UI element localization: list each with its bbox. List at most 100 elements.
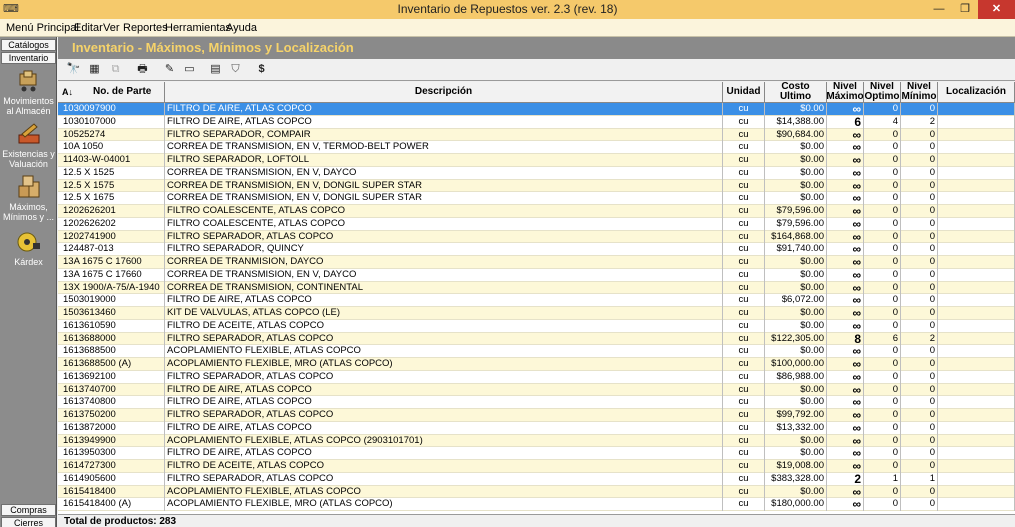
table-row[interactable]: 10525274 FILTRO SEPARADOR, COMPAIR cu $90,6… <box>58 128 1015 142</box>
filter-icon[interactable]: ⛉ <box>228 62 243 77</box>
table-row[interactable]: 1202626202 FILTRO COALESCENTE, ATLAS COPC… <box>58 217 1015 231</box>
cell-max-level: ∞ <box>827 256 864 269</box>
table-row[interactable]: 10A 1050 CORREA DE TRANSMISION, EN V, TER… <box>58 141 1015 154</box>
sidebar-item-label: Kárdex <box>14 257 43 267</box>
sidebar-cierres-button[interactable]: Cierres <box>1 517 56 527</box>
edit-pen-icon[interactable]: ✎ <box>162 62 177 77</box>
cell-location <box>938 166 1015 180</box>
minimize-button[interactable]: — <box>926 0 952 19</box>
column-header-description[interactable]: Descripción <box>165 82 723 103</box>
sort-az-icon[interactable]: A↓ <box>62 87 73 97</box>
table-row[interactable]: 1202741900 FILTRO SEPARADOR, ATLAS COPCO c… <box>58 230 1015 244</box>
table-row[interactable]: 1613949900 ACOPLAMIENTO FLEXIBLE, ATLAS C… <box>58 434 1015 448</box>
cell-optimal-level: 0 <box>864 485 901 499</box>
cell-location <box>938 217 1015 231</box>
table-row[interactable]: 1613692100 FILTRO SEPARADOR, ATLAS COPCO c… <box>58 370 1015 384</box>
table-row[interactable]: 1202626201 FILTRO COALESCENTE, ATLAS COPC… <box>58 205 1015 218</box>
table-row[interactable]: 1030097900 FILTRO DE AIRE, ATLAS COPCO cu $… <box>58 103 1015 116</box>
table-row[interactable]: 1613740800 FILTRO DE AIRE, ATLAS COPCO cu $… <box>58 396 1015 409</box>
table-row[interactable]: 12.5 X 1525 CORREA DE TRANSMISION, EN V, … <box>58 166 1015 180</box>
eraser-icon[interactable]: ▭ <box>182 62 197 77</box>
table-row[interactable]: 124487-013 FILTRO SEPARADOR, QUINCY cu $91,… <box>58 243 1015 256</box>
table-row[interactable]: 13A 1675 C 17600 CORREA DE TRANMISION, DA… <box>58 256 1015 269</box>
table-row[interactable]: 1613740700 FILTRO DE AIRE, ATLAS COPCO cu $… <box>58 383 1015 397</box>
table-row[interactable]: 1503019000 FILTRO DE AIRE, ATLAS COPCO cu $… <box>58 294 1015 307</box>
close-button[interactable]: ✕ <box>978 0 1015 19</box>
column-header-part[interactable]: A↓ No. de Parte <box>58 82 165 103</box>
menu-ver[interactable]: Ver <box>103 19 120 37</box>
cell-description: FILTRO DE ACEITE, ATLAS COPCO <box>165 460 723 473</box>
table-row[interactable]: 13X 1900/A-75/A-1940 CORREA DE TRANSMISIO… <box>58 281 1015 295</box>
menu-reportes[interactable]: Reportes <box>123 19 168 37</box>
column-header-location[interactable]: Localización <box>938 82 1015 103</box>
maximize-button[interactable]: ❐ <box>952 0 978 19</box>
cell-min-level: 0 <box>901 192 938 205</box>
table-row[interactable]: 1613688000 FILTRO SEPARADOR, ATLAS COPCO c… <box>58 332 1015 346</box>
print-icon[interactable]: 🖶 <box>135 62 150 77</box>
dollar-icon[interactable]: $ <box>254 62 269 77</box>
table-row[interactable]: 1614905600 FILTRO SEPARADOR, ATLAS COPCO c… <box>58 472 1015 486</box>
column-header-unit[interactable]: Unidad <box>723 82 765 103</box>
export-icon[interactable]: ▤ <box>208 62 223 77</box>
sidebar-item-maximos[interactable]: Máximos, Mínimos y ... <box>0 174 57 222</box>
cell-max-level: ∞ <box>827 217 864 231</box>
column-header-optimal[interactable]: Nivel Optimo <box>864 82 901 103</box>
cell-part-number: 1613740800 <box>61 396 165 409</box>
cell-max-level: ∞ <box>827 154 864 167</box>
cell-description: FILTRO DE AIRE, ATLAS COPCO <box>165 421 723 435</box>
table-row[interactable]: 12.5 X 1675 CORREA DE TRANSMISION, EN V, … <box>58 192 1015 205</box>
column-header-cost[interactable]: Costo Ultimo <box>765 82 827 103</box>
table-row[interactable]: 1613688500 (A) ACOPLAMIENTO FLEXIBLE, MRO… <box>58 358 1015 371</box>
column-header-max[interactable]: Nivel Máximo <box>826 82 864 103</box>
copy-icon[interactable]: ⧉ <box>108 62 123 77</box>
cell-location <box>938 205 1015 218</box>
table-row[interactable]: 1503613460 KIT DE VALVULAS, ATLAS COPCO (… <box>58 307 1015 320</box>
sidebar-compras-button[interactable]: Compras <box>1 504 56 516</box>
cell-optimal-level: 0 <box>864 383 901 397</box>
cell-min-level: 0 <box>901 307 938 320</box>
cell-unit: cu <box>723 103 765 116</box>
cell-min-level: 0 <box>901 409 938 422</box>
menu-herramientas[interactable]: Herramientas <box>165 19 231 37</box>
sidebar-inventario-button[interactable]: Inventario <box>1 52 56 64</box>
binoculars-icon[interactable]: 🔭 <box>66 62 81 77</box>
table-row[interactable]: 13A 1675 C 17660 CORREA DE TRANSMISION, E… <box>58 268 1015 282</box>
menu-ayuda[interactable]: Ayuda <box>226 19 257 37</box>
column-header-min[interactable]: Nivel Mínimo <box>901 82 938 103</box>
table-row[interactable]: 1615418400 ACOPLAMIENTO FLEXIBLE, ATLAS C… <box>58 485 1015 499</box>
table-row[interactable]: 1030107000 FILTRO DE AIRE, ATLAS COPCO cu $… <box>58 115 1015 129</box>
table-row[interactable]: 12.5 X 1575 CORREA DE TRANSMISION, EN V, … <box>58 179 1015 193</box>
cell-optimal-level: 0 <box>864 230 901 244</box>
cell-optimal-level: 4 <box>864 115 901 129</box>
table-row[interactable]: 1613950300 FILTRO DE AIRE, ATLAS COPCO cu $… <box>58 447 1015 460</box>
sidebar-item-existencias[interactable]: Existencias y Valuación <box>0 121 57 169</box>
cell-cost: $0.00 <box>765 396 827 409</box>
cell-part-number: 1614727300 <box>61 460 165 473</box>
cell-cost: $0.00 <box>765 485 827 499</box>
toolbar: 🔭 ▦ ⧉ 🖶 ✎ ▭ ▤ ⛉ $ <box>58 59 1015 81</box>
table-row[interactable]: 1613610590 FILTRO DE ACEITE, ATLAS COPCO c… <box>58 319 1015 333</box>
cell-optimal-level: 0 <box>864 205 901 218</box>
cell-description: CORREA DE TRANSMISION, EN V, DONGIL SUPE… <box>165 192 723 205</box>
cell-min-level: 0 <box>901 485 938 499</box>
sidebar-catalogos-button[interactable]: Catálogos <box>1 39 56 51</box>
calculator-icon[interactable]: ▦ <box>87 62 102 77</box>
table-row[interactable]: 1615418400 (A) ACOPLAMIENTO FLEXIBLE, MRO… <box>58 498 1015 511</box>
cell-part-number: 1613740700 <box>61 383 165 397</box>
table-row[interactable]: 1613688500 ACOPLAMIENTO FLEXIBLE, ATLAS C… <box>58 345 1015 358</box>
cell-part-number: 1503613460 <box>61 307 165 320</box>
table-row[interactable]: 1613750200 FILTRO SEPARADOR, ATLAS COPCO c… <box>58 409 1015 422</box>
cell-description: KIT DE VALVULAS, ATLAS COPCO (LE) <box>165 307 723 320</box>
menu-editar[interactable]: Editar <box>74 19 103 37</box>
cell-min-level: 0 <box>901 358 938 371</box>
cell-cost: $86,988.00 <box>765 370 827 384</box>
table-row[interactable]: 1614727300 FILTRO DE ACEITE, ATLAS COPCO c… <box>58 460 1015 473</box>
sidebar-item-kardex[interactable]: Kárdex <box>0 229 57 267</box>
table-row[interactable]: 11403-W-04001 FILTRO SEPARADOR, LOFTOLL cu… <box>58 154 1015 167</box>
window-title: Inventario de Repuestos ver. 2.3 (rev. 1… <box>397 2 618 16</box>
menu-principal[interactable]: Menú Principal <box>6 19 79 37</box>
cell-min-level: 0 <box>901 421 938 435</box>
table-row[interactable]: 1613872000 FILTRO DE AIRE, ATLAS COPCO cu $… <box>58 421 1015 435</box>
cell-part-number: 1613688000 <box>61 332 165 346</box>
sidebar-item-movimientos[interactable]: Movimientos al Almacén <box>0 68 57 116</box>
